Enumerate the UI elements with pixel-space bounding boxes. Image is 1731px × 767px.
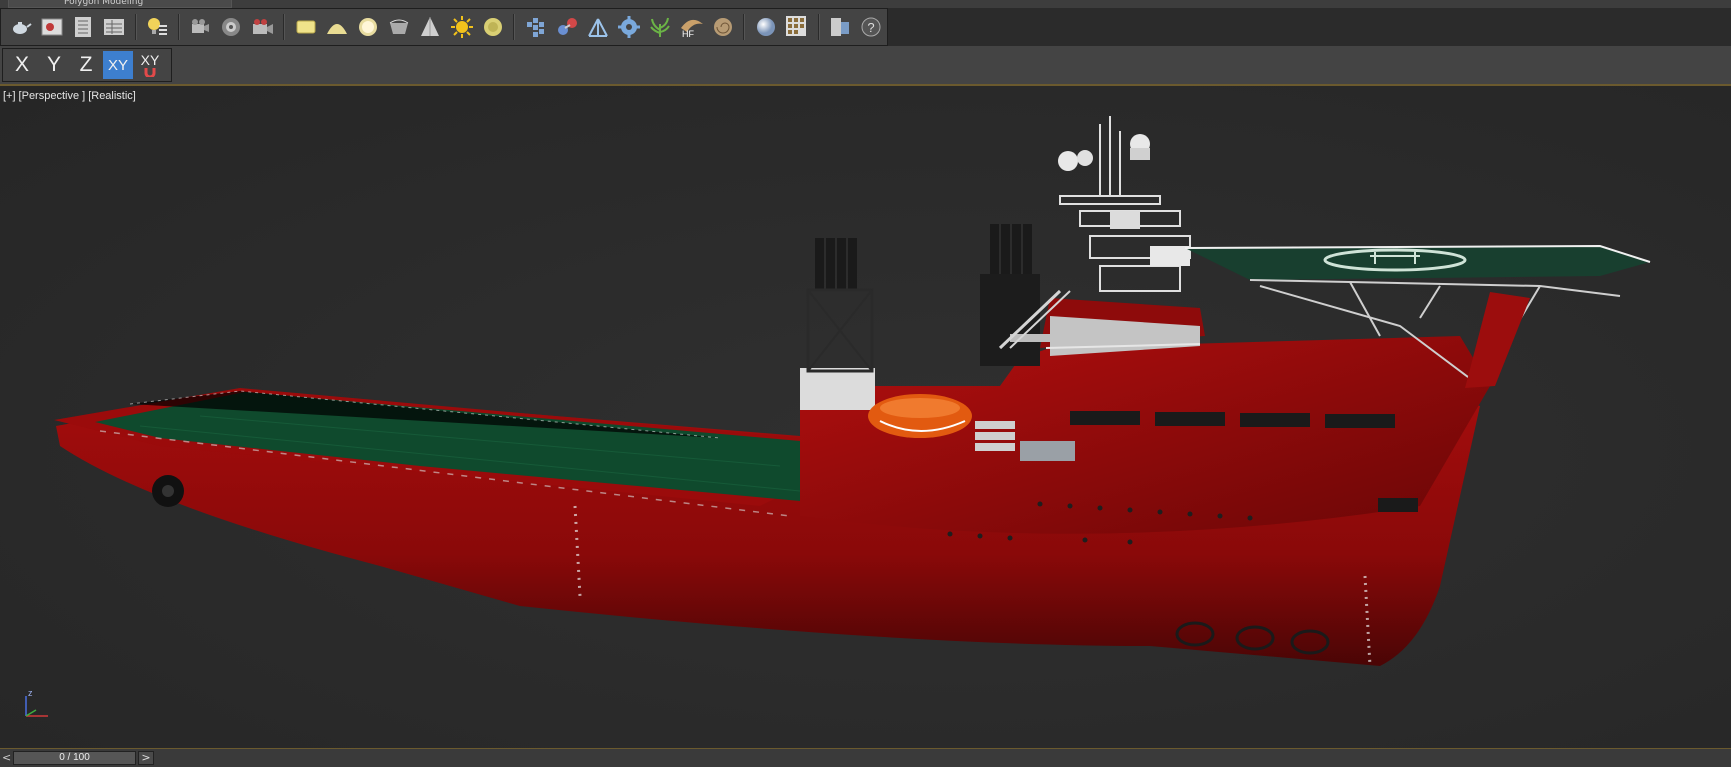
camera-target-icon[interactable] [218, 13, 245, 41]
plane-icon[interactable] [292, 13, 319, 41]
dome-icon[interactable] [323, 13, 350, 41]
magnet-icon [144, 67, 156, 77]
panel-icon[interactable] [827, 13, 854, 41]
toolbar-separator [817, 14, 820, 40]
svg-text:?: ? [868, 20, 875, 35]
svg-text:HF: HF [682, 29, 694, 38]
radar-dome-mid [1077, 150, 1093, 166]
shell-icon[interactable] [709, 13, 736, 41]
perspective-viewport[interactable]: [+] [Perspective ] [Realistic] z [0, 86, 1731, 748]
disc-icon[interactable] [479, 13, 506, 41]
gizmo-z-label: z [28, 688, 33, 698]
help-icon[interactable]: ? [858, 13, 885, 41]
ribbon-strip: Polygon Modeling [0, 0, 1731, 8]
mesh-grid-icon[interactable] [522, 13, 549, 41]
render-queue-icon[interactable] [100, 13, 127, 41]
teapot-render-icon[interactable] [7, 13, 34, 41]
axis-xy-snap-button[interactable]: XY [135, 51, 165, 79]
axis-x-button[interactable]: X [7, 51, 37, 79]
ship-model [54, 116, 1651, 667]
pot-icon[interactable] [386, 13, 413, 41]
render-frame-icon[interactable] [38, 13, 65, 41]
molecule-icon[interactable] [553, 13, 580, 41]
plant-icon[interactable] [647, 13, 674, 41]
main-toolbar: HF ? [0, 8, 888, 46]
radar-dome-left [1058, 151, 1078, 171]
funnel-base [800, 368, 875, 410]
ribbon-tab-polygon-modeling[interactable]: Polygon Modeling [8, 0, 232, 8]
material-sphere-icon[interactable] [752, 13, 779, 41]
time-slider-next-button[interactable]: > [138, 751, 154, 765]
exhaust-stacks-aft [815, 238, 857, 290]
toolbar-separator [134, 14, 137, 40]
axis-y-button[interactable]: Y [39, 51, 69, 79]
time-slider-thumb[interactable]: 0 / 100 [13, 751, 136, 765]
toolbar-separator [283, 14, 286, 40]
material-grid-icon[interactable] [783, 13, 810, 41]
cone-icon[interactable] [417, 13, 444, 41]
axis-constraints-toolbar: X Y Z XY XY [0, 46, 1731, 86]
sphere-icon[interactable] [354, 13, 381, 41]
tripod-icon[interactable] [585, 13, 612, 41]
gear-cluster-icon[interactable] [616, 13, 643, 41]
time-slider-bar: < 0 / 100 > [0, 748, 1731, 767]
camera-record-icon[interactable] [249, 13, 276, 41]
axis-gizmo: z [25, 688, 48, 717]
hair-fur-icon[interactable]: HF [678, 13, 705, 41]
toolbar-separator [513, 14, 516, 40]
render-setup-icon[interactable] [69, 13, 96, 41]
axis-xy-snap-label: XY [140, 51, 160, 68]
axis-z-button[interactable]: Z [71, 51, 101, 79]
light-lister-icon[interactable] [144, 13, 171, 41]
sun-icon[interactable] [448, 13, 475, 41]
toolbar-separator [743, 14, 746, 40]
axis-xy-button[interactable]: XY [103, 51, 133, 79]
exhaust-stacks-fwd [990, 224, 1032, 274]
camera-icon[interactable] [187, 13, 214, 41]
axis-constraints-group: X Y Z XY XY [2, 48, 172, 82]
time-slider-prev-button[interactable]: < [2, 751, 12, 765]
toolbar-separator [177, 14, 180, 40]
